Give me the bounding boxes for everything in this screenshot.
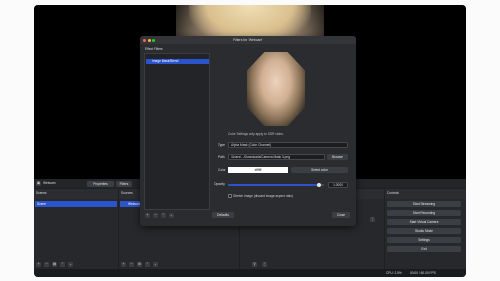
defaults-button[interactable]: Defaults (212, 212, 234, 218)
path-label: Path (218, 155, 225, 159)
select-color-button[interactable]: Select color (291, 167, 348, 173)
remove-scene-icon[interactable]: − (44, 262, 49, 267)
move-up-icon[interactable]: ⌃ (60, 262, 65, 267)
filter-list: Image Mask/Blend (144, 53, 210, 210)
exit-button[interactable]: Exit (387, 246, 461, 252)
cpu-usage: CPU: 2.5% (386, 270, 402, 275)
filter-list-item[interactable]: Image Mask/Blend (146, 59, 209, 64)
mixer-menu-icon[interactable]: ⋮ (262, 262, 267, 267)
type-label: Type (218, 143, 225, 147)
mixer-link-icon[interactable]: ⚲ (252, 262, 257, 267)
path-field[interactable]: /Users/.../Downloads/Camera Mask 3.png (228, 154, 325, 160)
sdr-info-text: Color Settings only apply to SDR video. (228, 132, 284, 136)
opacity-spinbox[interactable]: 1.0000 (328, 181, 348, 188)
move-filter-down-icon[interactable]: ⌄ (169, 213, 174, 218)
start-virtual-camera-button[interactable]: Start Virtual Camera (387, 219, 461, 225)
browse-button[interactable]: Browse (327, 154, 348, 160)
minimize-window-icon[interactable] (147, 38, 151, 42)
scene-list-item[interactable]: Scene (35, 201, 117, 207)
selected-source-label: Webcam (43, 181, 56, 185)
webcam-icon: ▣ (36, 181, 41, 186)
filter-preview-image (247, 52, 305, 126)
start-recording-button[interactable]: Start Recording (387, 210, 461, 216)
add-filter-icon[interactable]: + (145, 213, 150, 218)
move-down-icon[interactable]: ⌄ (153, 262, 158, 267)
properties-button[interactable]: Properties (87, 180, 114, 187)
settings-button[interactable]: Settings (387, 237, 461, 243)
filters-button[interactable]: Filters (116, 180, 132, 187)
source-settings-icon[interactable]: ⚙ (137, 262, 142, 267)
zoom-window-icon[interactable] (152, 38, 155, 42)
start-streaming-button[interactable]: Start Streaming (387, 201, 461, 207)
mixer-settings-icon[interactable]: ⋮ (370, 217, 375, 222)
color-swatch: #ffffff (228, 167, 288, 173)
move-down-icon[interactable]: ⌄ (68, 262, 73, 267)
controls-panel: Controls Start Streaming Start Recording… (385, 189, 466, 269)
opacity-slider-handle[interactable] (316, 182, 322, 187)
add-scene-icon[interactable]: + (36, 262, 41, 267)
stretch-label: Stretch Image (discard image aspect rati… (233, 193, 294, 198)
close-window-icon[interactable] (143, 38, 146, 42)
status-bar: CPU: 2.5% 00:00 / 60.00 FPS (34, 269, 466, 277)
remove-filter-icon[interactable]: − (153, 213, 158, 218)
move-filter-up-icon[interactable]: ⌃ (161, 213, 166, 218)
scene-filter-icon[interactable]: ▤ (52, 262, 57, 267)
scenes-title: Scenes (36, 191, 47, 195)
effect-filters-title: Effect Filters (145, 47, 163, 51)
color-label: Color (218, 168, 226, 172)
type-select[interactable]: Alpha Mask (Color Channel) (228, 142, 348, 148)
studio-mode-button[interactable]: Studio Mode (387, 228, 461, 234)
remove-source-icon[interactable]: − (129, 262, 134, 267)
opacity-slider-track[interactable] (228, 182, 324, 187)
dialog-title: Filters for 'Webcam' (233, 38, 263, 42)
filters-dialog: Filters for 'Webcam' Effect Filters Imag… (140, 36, 356, 226)
move-up-icon[interactable]: ⌃ (145, 262, 150, 267)
sources-title: Sources (121, 191, 133, 195)
stretch-checkbox[interactable] (228, 194, 232, 198)
opacity-label: Opacity (214, 182, 225, 186)
controls-title: Controls (387, 191, 399, 195)
opacity-slider-fill (228, 184, 320, 186)
close-button[interactable]: Close (332, 212, 350, 218)
add-source-icon[interactable]: + (121, 262, 126, 267)
timecode: 00:00 / 60.00 FPS (410, 270, 436, 275)
dialog-titlebar: Filters for 'Webcam' (140, 36, 356, 44)
scenes-panel: Scenes Scene + − ▤ ⌃ ⌄ (34, 189, 118, 269)
